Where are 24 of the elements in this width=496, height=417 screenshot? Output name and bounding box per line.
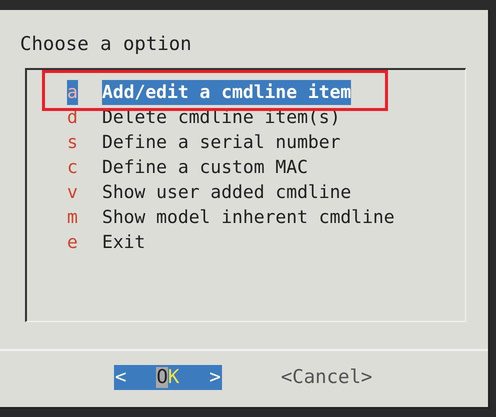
dialog-title: Choose a option [20, 34, 193, 55]
hotkey-letter: c [67, 156, 78, 180]
menu-item[interactable]: a Add/edit a cmdline item [27, 80, 465, 105]
menu-label: Show model inherent cmdline [102, 206, 395, 230]
menu-item[interactable]: m Show model inherent cmdline [27, 205, 465, 230]
menu-label: Delete cmdline item(s) [102, 106, 340, 130]
menu-label: Define a custom MAC [102, 156, 308, 180]
hotkey-letter: m [67, 206, 78, 230]
hotkey-letter: v [67, 181, 78, 205]
cancel-button[interactable]: <Cancel> [280, 365, 372, 390]
menu-item[interactable]: e Exit [27, 230, 465, 255]
menu-label: Show user added cmdline [102, 181, 352, 205]
ok-button[interactable]: < OK > [114, 365, 222, 390]
menu-item[interactable]: s Define a serial number [27, 130, 465, 155]
menu-item[interactable]: d Delete cmdline item(s) [27, 105, 465, 130]
hotkey-letter: d [67, 106, 78, 130]
menu-label: Add/edit a cmdline item [102, 80, 352, 105]
menu-label: Define a serial number [102, 131, 340, 155]
hotkey-letter: a [67, 80, 78, 105]
hotkey-letter: e [67, 231, 78, 255]
menu-item[interactable]: v Show user added cmdline [27, 180, 465, 205]
menu-item[interactable]: c Define a custom MAC [27, 155, 465, 180]
menu-label: Exit [102, 231, 146, 255]
hotkey-letter: s [67, 131, 78, 155]
